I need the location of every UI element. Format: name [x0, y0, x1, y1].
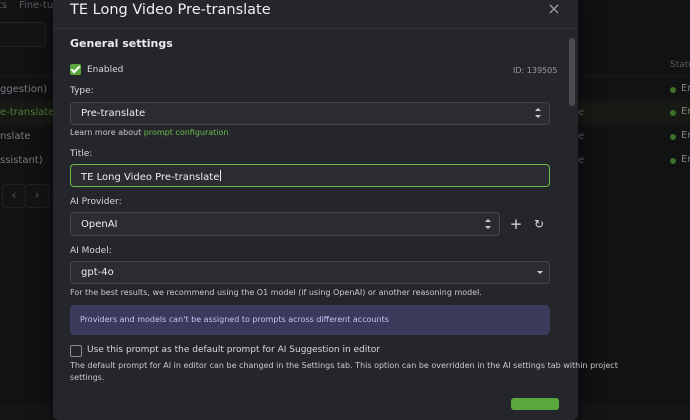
default-prompt-help: The default prompt for AI in editor can … [70, 361, 618, 370]
add-provider-icon[interactable]: + [508, 216, 524, 232]
type-label: Type: [70, 86, 94, 96]
title-input[interactable]: TE Long Video Pre-translate [70, 164, 550, 187]
select-arrows-icon [535, 107, 541, 119]
type-help-text: Learn more about [70, 128, 144, 137]
info-notice-text: Providers and models can't be assigned t… [80, 315, 389, 324]
refresh-icon[interactable]: ↻ [531, 216, 547, 232]
title-input-value: TE Long Video Pre-translate [81, 170, 222, 183]
close-icon[interactable]: × [546, 1, 562, 17]
type-value: Pre-translate [81, 108, 146, 119]
title-label: Title: [70, 149, 93, 159]
info-notice: Providers and models can't be assigned t… [70, 305, 550, 335]
select-arrows-icon [485, 218, 491, 230]
ai-model-label: AI Model: [70, 246, 112, 256]
chevron-down-icon [537, 271, 543, 274]
text-cursor [220, 170, 222, 181]
type-select[interactable]: Pre-translate [70, 102, 550, 125]
ai-model-help: For the best results, we recommend using… [70, 288, 482, 297]
ai-provider-select[interactable]: OpenAI [70, 212, 500, 236]
prompt-id: ID: 139505 [513, 66, 558, 75]
prompt-configuration-link[interactable]: prompt configuration [144, 128, 229, 137]
divider [53, 28, 578, 29]
default-prompt-checkbox[interactable] [70, 345, 82, 357]
title-value-text: TE Long Video Pre-translate [81, 172, 220, 183]
default-prompt-help-cont: settings. [70, 373, 105, 382]
ai-provider-label: AI Provider: [70, 197, 122, 207]
modal-scrollbar[interactable] [569, 38, 575, 106]
enabled-checkbox[interactable] [70, 64, 81, 75]
type-help: Learn more about prompt configuration [70, 128, 229, 137]
section-title: General settings [70, 37, 173, 50]
ai-model-value: gpt-4o [81, 267, 114, 278]
default-prompt-label[interactable]: Use this prompt as the default prompt fo… [87, 345, 380, 355]
ai-model-select[interactable]: gpt-4o [70, 261, 550, 284]
prompt-settings-modal: TE Long Video Pre-translate × General se… [53, 0, 618, 420]
save-button[interactable] [511, 398, 559, 410]
ai-provider-value: OpenAI [81, 219, 118, 230]
modal-title: TE Long Video Pre-translate [70, 2, 271, 18]
enabled-label: Enabled [87, 65, 124, 75]
